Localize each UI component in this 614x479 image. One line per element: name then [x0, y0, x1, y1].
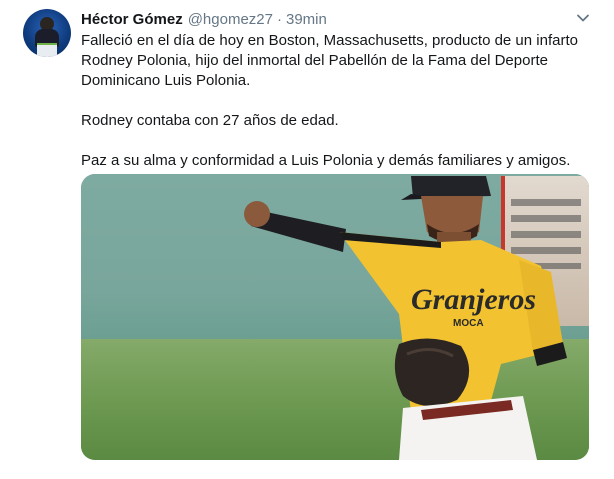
chevron-down-icon[interactable]: [576, 11, 590, 25]
avatar[interactable]: [23, 9, 71, 57]
author-name[interactable]: Héctor Gómez: [81, 11, 183, 28]
tweet[interactable]: Héctor Gómez @hgomez27 · 39min Falleció …: [0, 0, 614, 479]
tweet-text: Falleció en el día de hoy en Boston, Mas…: [81, 31, 596, 171]
author-handle[interactable]: @hgomez27: [188, 11, 273, 28]
tweet-photo[interactable]: [81, 174, 589, 460]
tweet-timestamp[interactable]: 39min: [286, 11, 327, 28]
baseball-player-illustration: [244, 176, 567, 460]
avatar-podium: [37, 43, 57, 57]
tweet-paragraph: Rodney contaba con 27 años de edad.: [81, 112, 339, 129]
tweet-header: Héctor Gómez @hgomez27 · 39min: [81, 9, 327, 29]
separator-dot: ·: [276, 10, 282, 28]
tweet-paragraph: Paz a su alma y conformidad a Luis Polon…: [81, 152, 571, 169]
tweet-paragraph: Falleció en el día de hoy en Boston, Mas…: [81, 32, 578, 89]
